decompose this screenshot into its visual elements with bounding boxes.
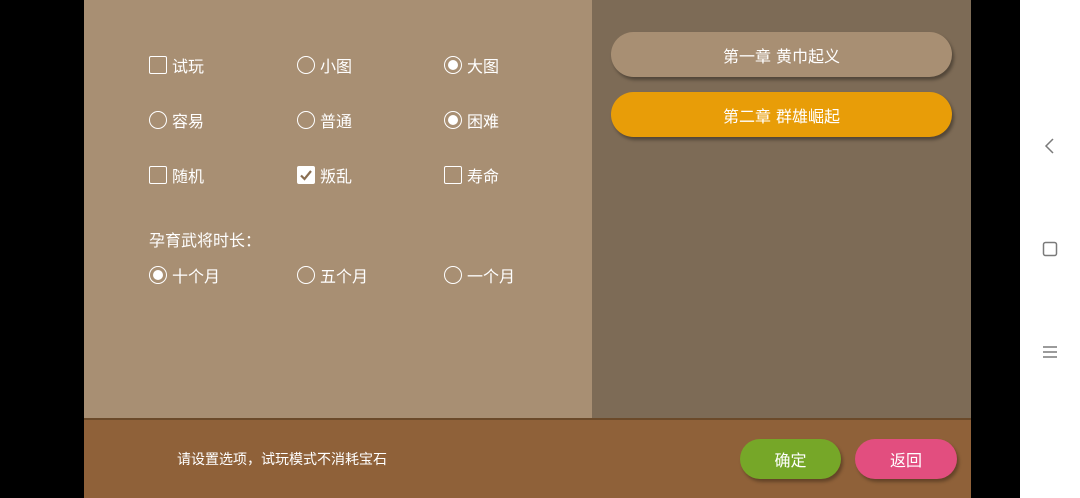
- checkbox-unchecked-icon: [444, 166, 462, 184]
- chapter-1-button[interactable]: 第一章 黄巾起义: [611, 32, 952, 77]
- five-months-radio[interactable]: 五个月: [297, 263, 368, 287]
- nav-menu-button[interactable]: [1020, 332, 1080, 372]
- radio-unselected-icon: [297, 111, 315, 129]
- random-checkbox[interactable]: 随机: [149, 163, 204, 187]
- radio-selected-icon: [149, 266, 167, 284]
- normal-radio[interactable]: 普通: [297, 108, 352, 132]
- hint-text: 请设置选项，试玩模式不消耗宝石: [177, 452, 387, 468]
- nav-back-button[interactable]: [1020, 126, 1080, 166]
- random-label: 随机: [172, 167, 205, 186]
- easy-label: 容易: [172, 112, 205, 131]
- right-letterbox: [971, 0, 1020, 498]
- rebellion-checkbox[interactable]: 叛乱: [297, 163, 352, 187]
- hard-radio[interactable]: 困难: [444, 108, 499, 132]
- radio-unselected-icon: [444, 266, 462, 284]
- easy-radio[interactable]: 容易: [149, 108, 204, 132]
- lifespan-label: 寿命: [467, 167, 500, 186]
- five-months-label: 五个月: [320, 267, 369, 286]
- normal-label: 普通: [320, 112, 353, 131]
- lifespan-checkbox[interactable]: 寿命: [444, 163, 499, 187]
- radio-unselected-icon: [297, 266, 315, 284]
- chapter-2-button[interactable]: 第二章 群雄崛起: [611, 92, 952, 137]
- menu-icon: [1043, 346, 1057, 358]
- trial-label: 试玩: [172, 57, 205, 76]
- one-month-label: 一个月: [467, 267, 516, 286]
- radio-unselected-icon: [297, 56, 315, 74]
- ten-months-label: 十个月: [172, 267, 221, 286]
- left-letterbox: [0, 0, 84, 498]
- ten-months-radio[interactable]: 十个月: [149, 263, 220, 287]
- hard-label: 困难: [467, 112, 500, 131]
- radio-selected-icon: [444, 56, 462, 74]
- system-nav-bar: [1020, 0, 1080, 498]
- home-icon: [1042, 241, 1058, 257]
- checkmark-icon: [300, 170, 312, 181]
- trial-checkbox[interactable]: 试玩: [149, 53, 204, 77]
- one-month-radio[interactable]: 一个月: [444, 263, 515, 287]
- radio-selected-icon: [444, 111, 462, 129]
- confirm-button[interactable]: 确定: [740, 439, 841, 479]
- large-map-label: 大图: [467, 57, 500, 76]
- small-map-label: 小图: [320, 57, 353, 76]
- large-map-radio[interactable]: 大图: [444, 53, 499, 77]
- checkbox-checked-icon: [297, 166, 315, 184]
- nav-home-button[interactable]: [1020, 229, 1080, 269]
- rebellion-label: 叛乱: [320, 167, 353, 186]
- back-icon: [1044, 138, 1054, 154]
- radio-unselected-icon: [149, 111, 167, 129]
- small-map-radio[interactable]: 小图: [297, 53, 352, 77]
- checkbox-unchecked-icon: [149, 166, 167, 184]
- checkbox-unchecked-icon: [149, 56, 167, 74]
- breeding-duration-label: 孕育武将时长：: [149, 231, 262, 250]
- back-button[interactable]: 返回: [855, 439, 957, 479]
